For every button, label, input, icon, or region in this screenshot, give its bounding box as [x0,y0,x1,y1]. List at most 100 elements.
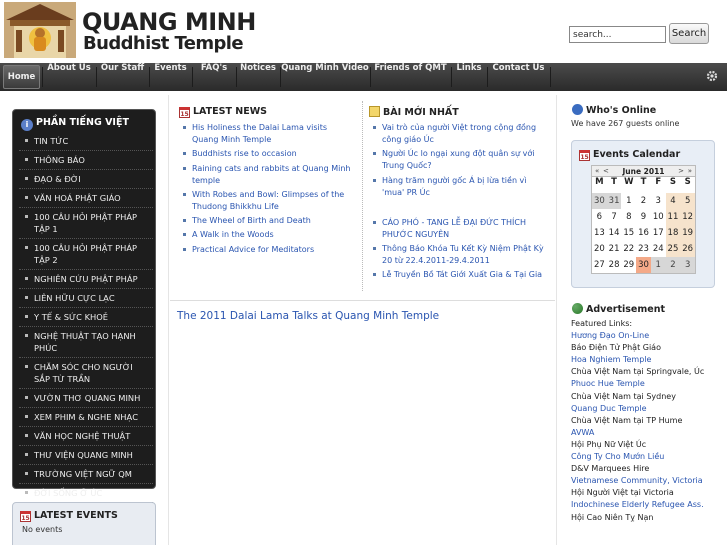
featured-link[interactable]: Indochinese Elderly Refugee Ass. [571,499,726,511]
calendar-day[interactable]: 2 [665,257,681,273]
calendar-day[interactable]: 12 [680,209,696,225]
sidebar-menu-item[interactable]: VĂN HOÁ PHẬT GIÁO [19,189,153,208]
news-link[interactable]: A Walk in the Woods [180,229,355,241]
sidebar-menu-item[interactable]: TRƯỜNG VIỆT NGỮ QM [19,465,153,484]
nav-events[interactable]: Events [150,63,191,91]
calendar-day[interactable]: 5 [680,193,696,209]
gear-icon[interactable] [706,70,718,82]
calendar-day[interactable]: 16 [636,225,651,241]
calendar-day[interactable]: 3 [651,193,666,209]
sidebar-menu-item[interactable]: TIN TỨC [19,132,153,151]
sidebar-menu-item[interactable]: CHĂM SÓC CHO NGƯỜI SẮP TỪ TRẦN [19,358,153,389]
calendar-day[interactable]: 6 [592,209,607,225]
sidebar-menu-item[interactable]: VĂN HỌC NGHỆ THUẬT [19,427,153,446]
calendar-day[interactable]: 3 [680,257,696,273]
post-link[interactable]: Vai trò của người Việt trong cộng đồng c… [370,122,550,146]
post-link[interactable]: Hàng trăm người gốc Á bị lừa tiền vì 'mu… [370,175,550,199]
calendar-day[interactable]: 18 [665,225,681,241]
featured-link[interactable]: Quang Duc Temple [571,403,726,415]
site-title[interactable]: QUANG MINH [82,8,256,36]
calendar-day[interactable]: 21 [607,241,622,257]
article-title-link[interactable]: The 2011 Dalai Lama Talks at Quang Minh … [177,310,439,322]
nav-notices[interactable]: Notices [237,63,279,91]
sidebar-menu-item[interactable]: THƯ VIỆN QUANG MINH [19,446,153,465]
post-link[interactable]: CÁO PHÓ - TANG LỄ ĐẠI ĐỨC THÍCH PHƯỚC NG… [370,217,550,241]
calendar-day[interactable]: 19 [680,225,696,241]
nav-friends-of-qmt[interactable]: Friends of QMT [371,63,450,91]
calendar-day[interactable]: 31 [606,193,622,209]
nav-home[interactable]: Home [3,65,40,89]
calendar-day[interactable]: 28 [607,257,622,273]
news-link[interactable]: Raining cats and rabbits at Quang Minh t… [180,163,355,187]
sidebar-menu-item[interactable]: VƯỜN THƠ QUANG MINH [19,389,153,408]
featured-link[interactable]: AVWA [571,427,726,439]
section-divider [170,300,555,301]
calendar-day[interactable]: 29 [621,257,636,273]
next-year-button[interactable]: » [688,166,692,177]
news-link[interactable]: His Holiness the Dalai Lama visits Quang… [180,122,355,146]
calendar-day[interactable]: 1 [650,257,666,273]
calendar-day[interactable]: 4 [665,193,681,209]
nav-links[interactable]: Links [452,63,486,91]
sidebar-menu-item[interactable]: ĐẠO & ĐỜI [19,170,153,189]
post-link[interactable]: Lễ Truyền Bồ Tát Giới Xuất Gia & Tại Gia [370,269,550,281]
calendar-day[interactable]: 10 [651,209,666,225]
weekday-label: S [684,177,691,187]
featured-link[interactable]: Công Ty Cho Mướn Liều [571,451,726,463]
calendar-day[interactable]: 30 [592,193,607,209]
calendar-day[interactable]: 26 [680,241,696,257]
sidebar-menu-item[interactable]: NGHIÊN CỨU PHẬT PHÁP [19,270,153,289]
search-input[interactable] [569,26,666,43]
news-link[interactable]: Buddhists rise to occasion [180,148,355,160]
search-button[interactable]: Search [669,23,709,44]
post-link[interactable]: Thông Báo Khóa Tu Kết Kỳ Niệm Phật Kỳ 20… [370,243,550,267]
sidebar-menu-item[interactable]: 100 CÂU HỎI PHẬT PHÁP TẬP 2 [19,239,153,270]
sidebar-menu-item[interactable]: ĐỜI SỐNG Ở ÚC [19,484,153,503]
sidebar-title: i PHẦN TIẾNG VIỆT [21,117,129,131]
sidebar-menu-item[interactable]: LIÊN HỮU CỰC LẠC [19,289,153,308]
featured-link[interactable]: Hương Đạo On-Line [571,330,726,342]
calendar-day[interactable]: 1 [621,193,636,209]
news-link[interactable]: Practical Advice for Meditators [180,244,355,256]
calendar-day[interactable]: 17 [651,225,666,241]
sidebar-menu-item[interactable]: Y TẾ & SỨC KHOẺ [19,308,153,327]
calendar-day[interactable]: 24 [651,241,666,257]
sidebar-menu-item[interactable]: THÔNG BÁO [19,151,153,170]
news-link[interactable]: With Robes and Bowl: Glimpses of the Thu… [180,189,355,213]
featured-link[interactable]: Phuoc Hue Temple [571,378,726,390]
featured-link-caption: Chùa Việt Nam tại Sydney [571,391,676,401]
nav-about-us[interactable]: About Us [43,63,95,91]
featured-link[interactable]: Hoa Nghiem Temple [571,354,726,366]
nav-contact-us[interactable]: Contact Us [488,63,549,91]
sidebar-menu-item[interactable]: 100 CÂU HỎI PHẬT PHÁP TẬP 1 [19,208,153,239]
featured-link[interactable]: Vietnamese Community, Victoria [571,475,726,487]
nav-quang-minh-video[interactable]: Quang Minh Video [281,63,369,91]
nav-our-staff[interactable]: Our Staff [97,63,148,91]
calendar-day[interactable]: 7 [607,209,622,225]
sidebar-list: TIN TỨC THÔNG BÁO ĐẠO & ĐỜI VĂN HOÁ PHẬT GI… [19,132,153,503]
sidebar-menu-item[interactable]: NGHỆ THUẬT TẠO HẠNH PHÚC [19,327,153,358]
vietnamese-section-menu: i PHẦN TIẾNG VIỆT TIN TỨC THÔNG BÁO ĐẠO & Đ… [12,109,156,503]
calendar-day[interactable]: 13 [592,225,607,241]
calendar-day[interactable]: 15 [621,225,636,241]
calendar-day[interactable]: 14 [607,225,622,241]
sidebar-menu-item[interactable]: XEM PHIM & NGHE NHẠC [19,408,153,427]
calendar-day[interactable]: 22 [621,241,636,257]
calendar-day[interactable]: 20 [592,241,607,257]
calendar-day[interactable]: 8 [621,209,636,225]
post-link[interactable]: Người Úc lo ngại xung đột quân sự với Tr… [370,148,550,172]
site-subtitle[interactable]: Buddhist Temple [83,33,244,54]
calendar-day[interactable]: 25 [665,241,681,257]
calendar-day-today[interactable]: 30 [636,257,651,273]
calendar-day[interactable]: 2 [636,193,651,209]
news-link[interactable]: The Wheel of Birth and Death [180,215,355,227]
temple-logo-icon[interactable] [4,2,76,58]
next-month-button[interactable]: > [678,166,684,177]
calendar-day[interactable]: 9 [636,209,651,225]
calendar-week-row: 6 7 8 9 10 11 12 [592,209,696,225]
calendar-day[interactable]: 23 [636,241,651,257]
column-divider [362,101,363,291]
nav-faqs[interactable]: FAQ's [193,63,235,91]
calendar-day[interactable]: 27 [592,257,607,273]
calendar-day[interactable]: 11 [665,209,681,225]
